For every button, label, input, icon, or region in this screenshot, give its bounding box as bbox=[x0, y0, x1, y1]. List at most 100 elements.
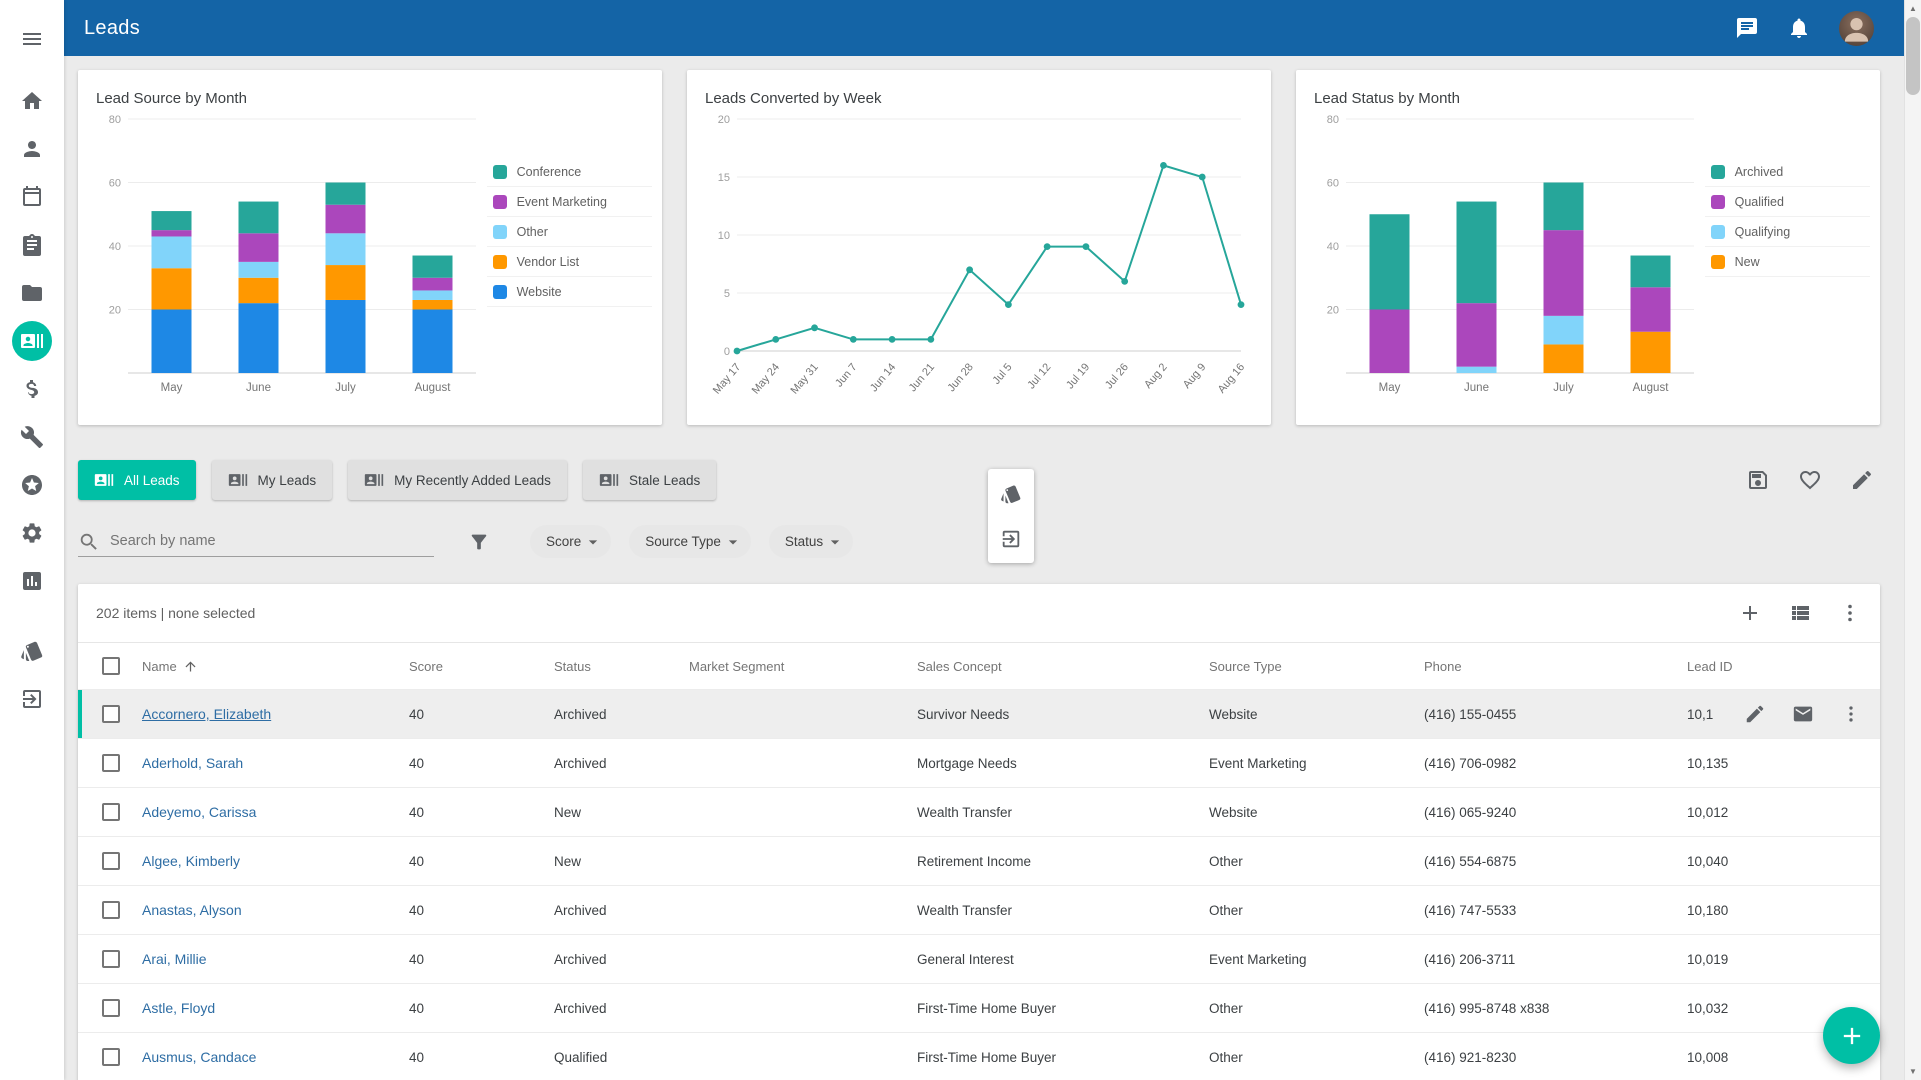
scrollbar-up-arrow[interactable]: ▲ bbox=[1905, 0, 1921, 17]
cell-score: 40 bbox=[409, 756, 554, 771]
row-checkbox[interactable] bbox=[102, 999, 120, 1017]
filter-chip-source-type[interactable]: Source Type bbox=[629, 525, 751, 558]
row-more-icon[interactable] bbox=[1840, 703, 1862, 725]
tags-button[interactable] bbox=[988, 471, 1034, 516]
column-header-source-type[interactable]: Source Type bbox=[1209, 659, 1424, 674]
column-header-phone[interactable]: Phone bbox=[1424, 659, 1687, 674]
scrollbar-down-arrow[interactable]: ▼ bbox=[1905, 1063, 1921, 1080]
sidebar-item-exit[interactable] bbox=[0, 675, 64, 723]
column-header-status[interactable]: Status bbox=[554, 659, 689, 674]
cell-source-type: Event Marketing bbox=[1209, 952, 1424, 967]
svg-text:May: May bbox=[1379, 382, 1401, 394]
scrollbar-thumb[interactable] bbox=[1906, 17, 1920, 95]
add-icon[interactable] bbox=[1738, 601, 1762, 625]
column-header-name[interactable]: Name bbox=[142, 659, 409, 674]
row-checkbox[interactable] bbox=[102, 950, 120, 968]
favorite-icon[interactable] bbox=[1798, 468, 1822, 492]
add-lead-fab[interactable] bbox=[1823, 1007, 1880, 1064]
filter-chip-score[interactable]: Score bbox=[530, 525, 611, 558]
svg-text:Jul 19: Jul 19 bbox=[1064, 361, 1092, 391]
table-row[interactable]: Aderhold, Sarah40ArchivedMortgage NeedsE… bbox=[78, 739, 1880, 788]
table-row[interactable]: Adeyemo, Carissa40NewWealth TransferWebs… bbox=[78, 788, 1880, 837]
sidebar-item-reports[interactable] bbox=[0, 557, 64, 605]
lead-name-link[interactable]: Adeyemo, Carissa bbox=[142, 804, 256, 820]
filter-chip-status[interactable]: Status bbox=[769, 525, 853, 558]
page-scrollbar[interactable]: ▲ ▼ bbox=[1904, 0, 1921, 1080]
sidebar-item-settings[interactable] bbox=[0, 509, 64, 557]
export-button[interactable] bbox=[988, 516, 1034, 561]
lead-name-link[interactable]: Ausmus, Candace bbox=[142, 1049, 256, 1065]
select-all-checkbox[interactable] bbox=[102, 657, 120, 675]
sidebar bbox=[0, 0, 64, 1080]
lead-name-link[interactable]: Accornero, Elizabeth bbox=[142, 706, 271, 722]
search-input[interactable] bbox=[78, 526, 434, 557]
row-checkbox[interactable] bbox=[102, 852, 120, 870]
leads-converted-chart: 05101520May 17May 24May 31Jun 7Jun 14Jun… bbox=[703, 111, 1261, 411]
sidebar-item-documents[interactable] bbox=[0, 269, 64, 317]
chat-icon[interactable] bbox=[1735, 16, 1759, 40]
save-icon[interactable] bbox=[1746, 468, 1770, 492]
lead-name-link[interactable]: Arai, Millie bbox=[142, 951, 207, 967]
table-row[interactable]: Arai, Millie40ArchivedGeneral InterestEv… bbox=[78, 935, 1880, 984]
more-icon[interactable] bbox=[1838, 601, 1862, 625]
view-list-icon[interactable] bbox=[1788, 601, 1812, 625]
lead-name-link[interactable]: Anastas, Alyson bbox=[142, 902, 242, 918]
svg-text:Jun 28: Jun 28 bbox=[945, 361, 975, 394]
view-button-all-leads[interactable]: All Leads bbox=[78, 460, 196, 500]
column-header-lead-id[interactable]: Lead ID bbox=[1687, 659, 1880, 674]
cell-phone: (416) 554-6875 bbox=[1424, 854, 1687, 869]
filter-icon[interactable] bbox=[468, 531, 490, 553]
row-checkbox[interactable] bbox=[102, 901, 120, 919]
table-row[interactable]: Ausmus, Candace40QualifiedFirst-Time Hom… bbox=[78, 1033, 1880, 1080]
chart-legend: ConferenceEvent MarketingOtherVendor Lis… bbox=[487, 157, 652, 307]
view-button-my-recently-added-leads[interactable]: My Recently Added Leads bbox=[348, 460, 567, 500]
sidebar-item-profile[interactable] bbox=[0, 125, 64, 173]
sidebar-item-tools[interactable] bbox=[0, 413, 64, 461]
sidebar-item-calendar[interactable] bbox=[0, 173, 64, 221]
row-checkbox[interactable] bbox=[102, 754, 120, 772]
leads-icon bbox=[599, 470, 619, 490]
row-checkbox[interactable] bbox=[102, 705, 120, 723]
row-edit-icon[interactable] bbox=[1744, 703, 1766, 725]
row-email-icon[interactable] bbox=[1792, 703, 1814, 725]
sidebar-item-tasks[interactable] bbox=[0, 221, 64, 269]
view-button-my-leads[interactable]: My Leads bbox=[212, 460, 333, 500]
menu-button[interactable] bbox=[0, 15, 64, 63]
column-header-market-segment[interactable]: Market Segment bbox=[689, 659, 917, 674]
lead-name-link[interactable]: Astle, Floyd bbox=[142, 1000, 215, 1016]
edit-icon[interactable] bbox=[1850, 468, 1874, 492]
row-checkbox[interactable] bbox=[102, 1048, 120, 1066]
lead-name-link[interactable]: Algee, Kimberly bbox=[142, 853, 240, 869]
table-row[interactable]: Accornero, Elizabeth40ArchivedSurvivor N… bbox=[78, 690, 1880, 739]
cell-status: Archived bbox=[554, 952, 689, 967]
cell-phone: (416) 706-0982 bbox=[1424, 756, 1687, 771]
lead-name-link[interactable]: Aderhold, Sarah bbox=[142, 755, 243, 771]
legend-item: New bbox=[1705, 247, 1870, 277]
legend-item: Qualified bbox=[1705, 187, 1870, 217]
column-header-score[interactable]: Score bbox=[409, 659, 554, 674]
leads-icon bbox=[364, 470, 384, 490]
filter-chip-label: Score bbox=[546, 534, 581, 549]
add-icon bbox=[1838, 1022, 1866, 1050]
view-button-stale-leads[interactable]: Stale Leads bbox=[583, 460, 716, 500]
sidebar-item-leads[interactable] bbox=[0, 317, 64, 365]
sidebar-item-home[interactable] bbox=[0, 77, 64, 125]
sidebar-item-sales[interactable] bbox=[0, 365, 64, 413]
table-row[interactable]: Anastas, Alyson40ArchivedWealth Transfer… bbox=[78, 886, 1880, 935]
notifications-icon[interactable] bbox=[1787, 16, 1811, 40]
menu-icon bbox=[20, 27, 44, 51]
avatar[interactable] bbox=[1839, 11, 1874, 46]
chart-title: Lead Source by Month bbox=[96, 90, 652, 107]
table-row[interactable]: Algee, Kimberly40NewRetirement IncomeOth… bbox=[78, 837, 1880, 886]
cell-status: Archived bbox=[554, 1001, 689, 1016]
sidebar-item-tags[interactable] bbox=[0, 627, 64, 675]
cell-lead-id: 10,040 bbox=[1687, 854, 1880, 869]
cell-sales-concept: Mortgage Needs bbox=[917, 756, 1209, 771]
sidebar-item-favorites[interactable] bbox=[0, 461, 64, 509]
legend-swatch bbox=[493, 195, 507, 209]
legend-item: Archived bbox=[1705, 157, 1870, 187]
row-checkbox[interactable] bbox=[102, 803, 120, 821]
leads-icon bbox=[228, 470, 248, 490]
column-header-sales-concept[interactable]: Sales Concept bbox=[917, 659, 1209, 674]
table-row[interactable]: Astle, Floyd40ArchivedFirst-Time Home Bu… bbox=[78, 984, 1880, 1033]
